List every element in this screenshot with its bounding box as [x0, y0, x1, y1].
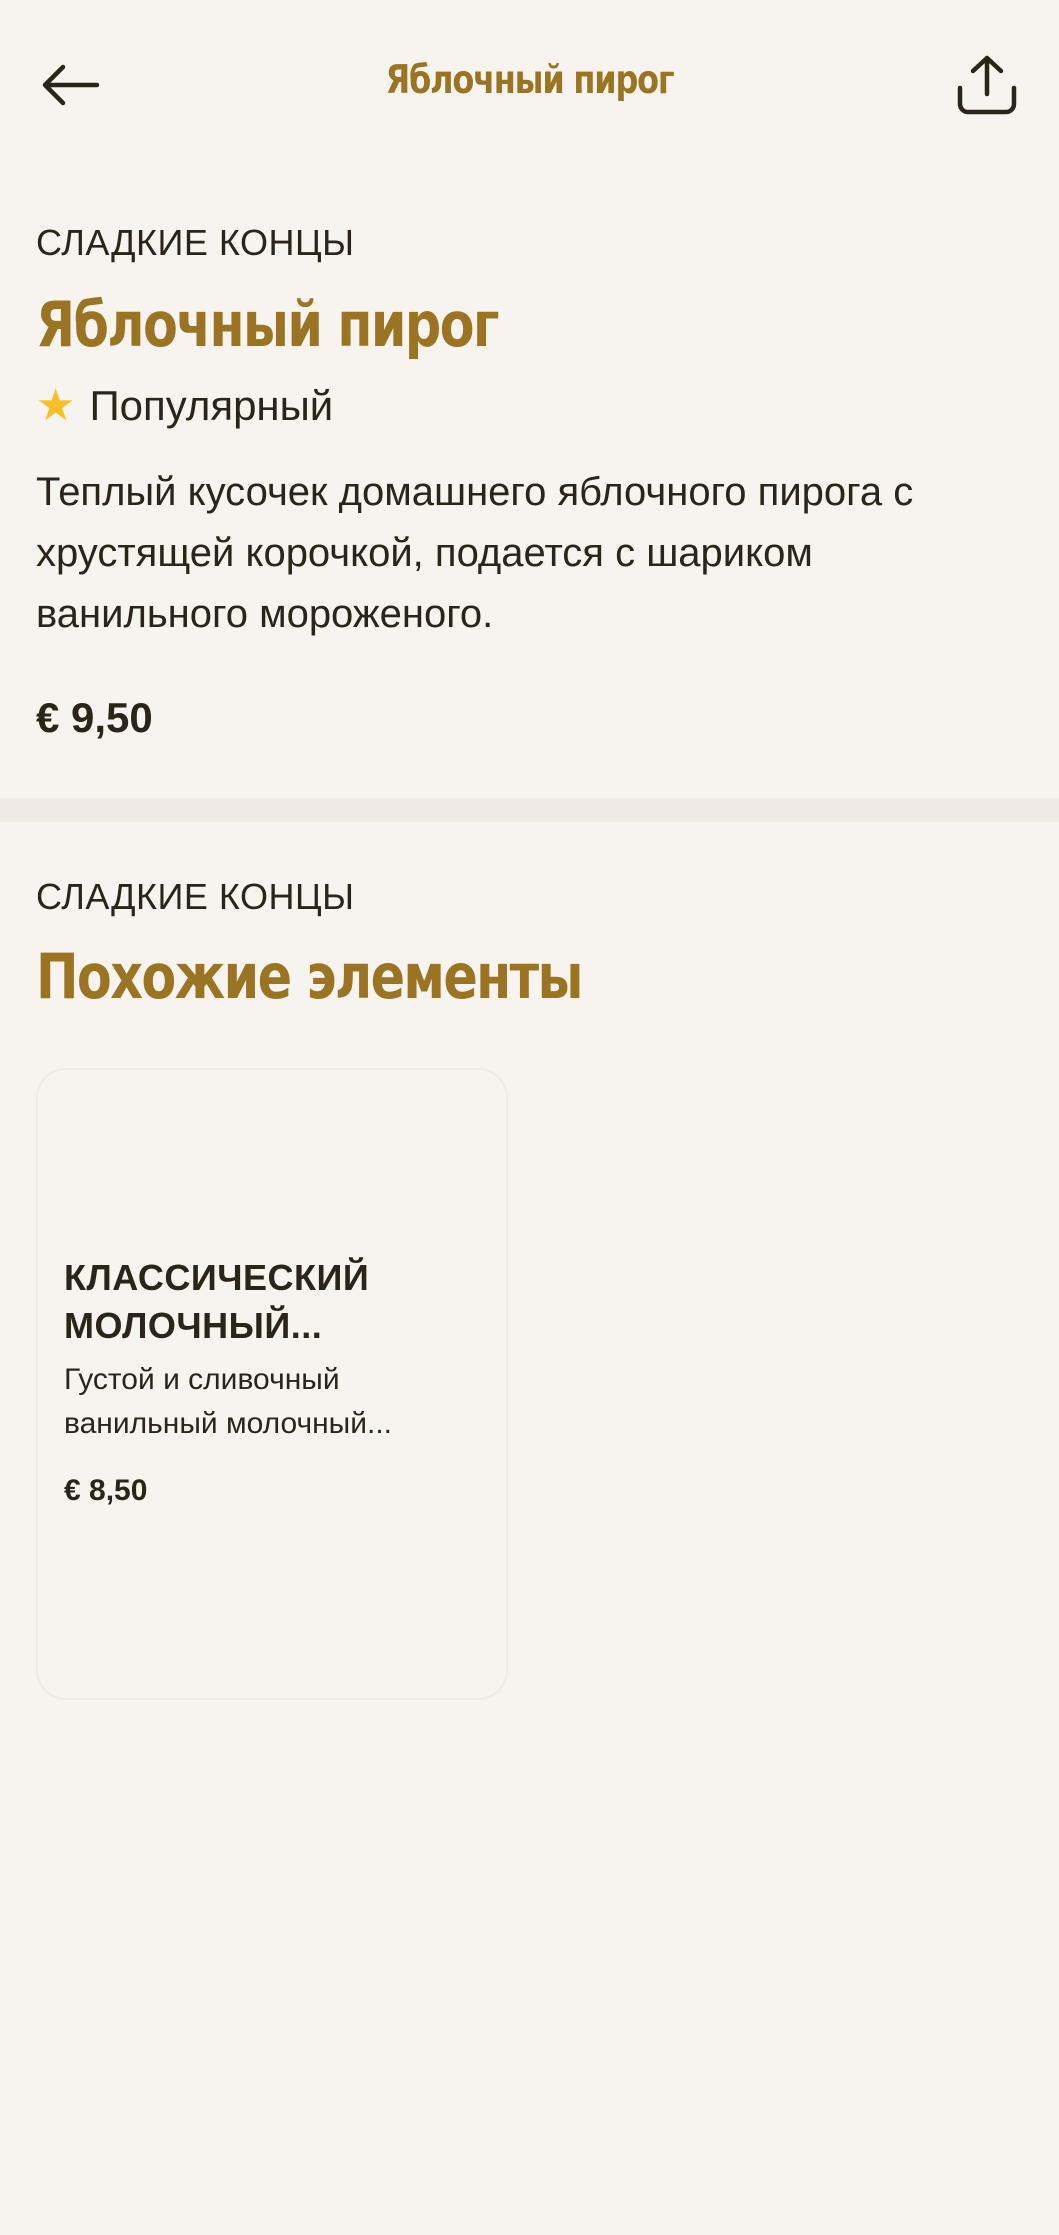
header-title: Яблочный пирог	[385, 58, 675, 103]
arrow-left-icon	[42, 64, 100, 106]
related-title: Похожие элементы	[36, 940, 583, 1013]
card-description: Густой и сливочный ванильный молочный...	[64, 1363, 393, 1440]
related-category-label: СЛАДКИЕ КОНЦЫ	[36, 876, 355, 917]
star-icon: ★	[36, 381, 76, 430]
related-title-wrap: Похожие элементы	[36, 940, 1026, 1013]
card-title: КЛАССИЧЕСКИЙ МОЛОЧНЫЙ...	[64, 1257, 370, 1346]
top-bar: Яблочный пирог	[0, 0, 1059, 170]
related-category: СЛАДКИЕ КОНЦЫ	[36, 876, 1026, 918]
card-price: € 8,50	[64, 1474, 148, 1507]
item-description: Теплый кусочек домашнего яблочного пирог…	[36, 470, 914, 636]
share-upload-icon	[957, 55, 1017, 115]
related-item-card[interactable]: КЛАССИЧЕСКИЙ МОЛОЧНЫЙ... Густой и сливоч…	[36, 1068, 508, 1700]
section-divider	[0, 798, 1059, 822]
item-category: СЛАДКИЕ КОНЦЫ	[36, 222, 1026, 264]
popular-badge-label: Популярный	[89, 382, 334, 429]
popular-badge: ★ Популярный	[36, 382, 1026, 430]
item-title: Яблочный пирог	[36, 288, 499, 361]
share-button[interactable]	[944, 44, 1030, 126]
item-price: € 9,50	[36, 694, 153, 741]
item-title-wrap: Яблочный пирог	[36, 288, 1026, 361]
item-category-label: СЛАДКИЕ КОНЦЫ	[36, 222, 355, 263]
